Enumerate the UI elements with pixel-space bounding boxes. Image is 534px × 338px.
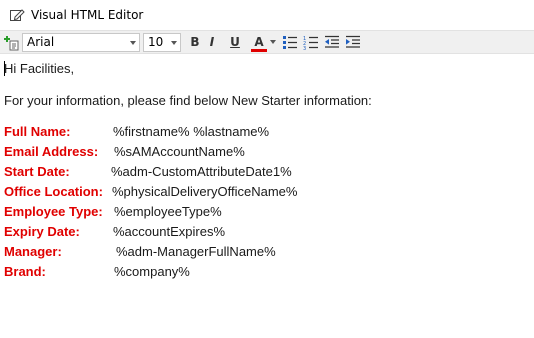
underline-button[interactable]: U — [227, 33, 243, 52]
editor-header: Visual HTML Editor — [0, 0, 534, 30]
bold-button[interactable]: B — [187, 33, 203, 52]
field-label: Full Name: — [4, 124, 71, 139]
decrease-indent-icon[interactable] — [324, 34, 340, 50]
intro-line: For your information, please find below … — [4, 93, 372, 108]
field-label: Office Location: — [4, 184, 103, 199]
font-size-select[interactable]: 10 — [143, 33, 181, 52]
field-label: Brand: — [4, 264, 46, 279]
field-label: Email Address: — [4, 144, 99, 159]
italic-button[interactable]: I — [204, 33, 220, 52]
field-value: %company% — [114, 264, 190, 279]
field-value: %sAMAccountName% — [114, 144, 245, 159]
font-color-swatch — [251, 49, 267, 52]
pencil-edit-icon — [9, 7, 27, 23]
field-value: %adm-CustomAttributeDate1% — [111, 164, 292, 179]
font-color-letter: A — [254, 35, 264, 49]
font-family-value: Arial — [27, 35, 55, 49]
numbered-list-icon[interactable]: 1 2 3 — [303, 34, 319, 52]
chevron-down-icon — [171, 41, 177, 45]
field-value: %firstname% %lastname% — [113, 124, 270, 139]
editor-title: Visual HTML Editor — [31, 8, 144, 22]
formatting-toolbar: Arial 10 B I U A 1 2 3 — [0, 30, 534, 54]
chevron-down-icon — [130, 41, 136, 45]
bulleted-list-icon[interactable] — [282, 34, 298, 50]
font-family-select[interactable]: Arial — [22, 33, 140, 52]
font-size-value: 10 — [148, 35, 164, 49]
insert-field-icon[interactable] — [3, 35, 19, 51]
font-color-dropdown-icon[interactable] — [270, 40, 276, 44]
field-value: %accountExpires% — [113, 224, 225, 239]
field-value: %physicalDeliveryOfficeName% — [112, 184, 298, 199]
field-label: Employee Type: — [4, 204, 103, 219]
field-label: Manager: — [4, 244, 62, 259]
field-value: %adm-ManagerFullName% — [116, 244, 276, 259]
field-value: %employeeType% — [114, 204, 222, 219]
increase-indent-icon[interactable] — [345, 34, 361, 50]
font-color-button[interactable]: A — [251, 33, 267, 52]
field-label: Expiry Date: — [4, 224, 80, 239]
svg-text:3: 3 — [303, 46, 306, 50]
field-label: Start Date: — [4, 164, 70, 179]
greeting-line: Hi Facilities, — [4, 61, 75, 76]
